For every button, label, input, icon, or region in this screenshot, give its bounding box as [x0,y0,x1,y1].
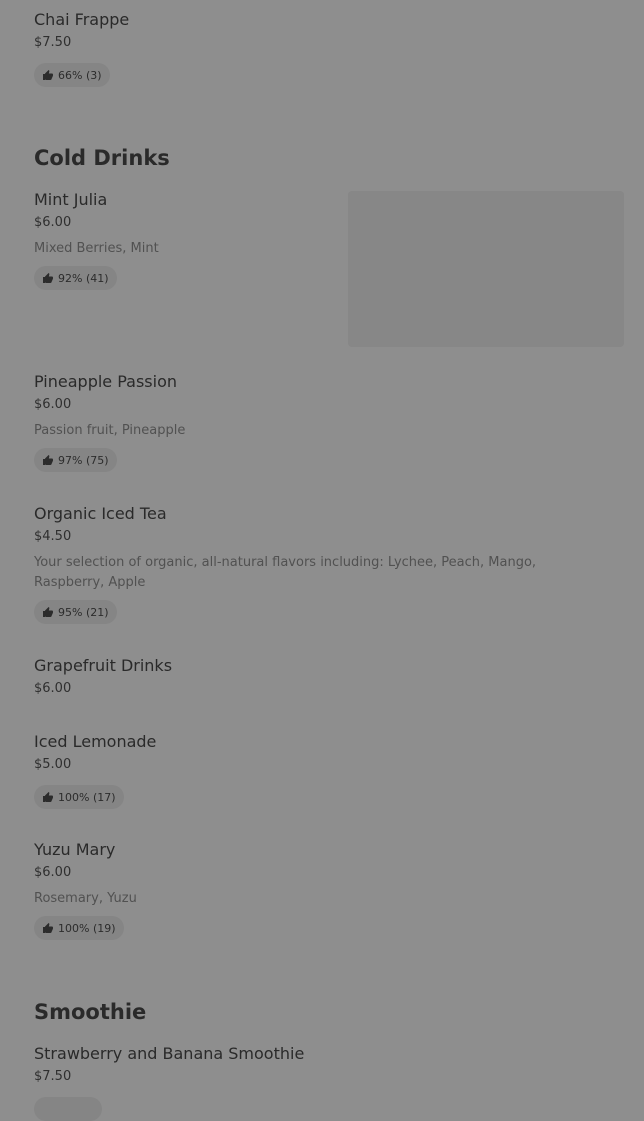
item-name: Pineapple Passion [34,372,177,391]
section-title-smoothie: Smoothie [34,1000,147,1024]
thumbs-up-icon [42,606,54,618]
menu-item-yuzu-mary[interactable]: Yuzu Mary $6.00 Rosemary, Yuzu 100% (19) [34,840,137,940]
rating-text: 100% (19) [58,921,116,935]
item-name: Iced Lemonade [34,732,157,751]
rating-text: 100% (17) [58,790,116,804]
item-price: $5.00 [34,757,72,772]
thumbs-up-icon [42,922,54,934]
item-price: $6.00 [34,681,72,696]
item-price: $6.00 [34,215,72,230]
item-description: Rosemary, Yuzu [34,891,137,906]
thumbs-up-icon [42,791,54,803]
thumbs-up-icon [42,69,54,81]
menu-item-chai-frappe[interactable]: Chai Frappe $7.50 66% (3) [34,10,130,87]
item-name: Yuzu Mary [34,840,116,859]
thumbs-up-icon [42,272,54,284]
item-name: Chai Frappe [34,10,130,29]
item-image-placeholder[interactable] [348,191,624,347]
rating-text: 97% (75) [58,453,109,467]
item-name: Grapefruit Drinks [34,656,173,675]
rating-badge-partial [34,1097,102,1121]
item-price: $6.00 [34,865,72,880]
rating-text: 92% (41) [58,271,109,285]
menu-item-iced-lemonade[interactable]: Iced Lemonade $5.00 100% (17) [34,732,157,809]
item-price: $7.50 [34,35,72,50]
item-name: Mint Julia [34,190,108,209]
menu-item-mint-julia[interactable]: Mint Julia $6.00 Mixed Berries, Mint 92%… [34,190,159,290]
rating-badge: 95% (21) [34,600,117,624]
menu-item-pineapple-passion[interactable]: Pineapple Passion $6.00 Passion fruit, P… [34,372,185,472]
item-description: Your selection of organic, all-natural f… [34,555,537,590]
thumbs-up-icon [42,454,54,466]
rating-badge: 97% (75) [34,448,117,472]
item-price: $4.50 [34,529,72,544]
menu-item-strawberry-banana-smoothie[interactable]: Strawberry and Banana Smoothie $7.50 [34,1044,305,1121]
item-description: Passion fruit, Pineapple [34,423,186,438]
item-name: Strawberry and Banana Smoothie [34,1044,305,1063]
rating-badge: 92% (41) [34,266,117,290]
rating-text: 66% (3) [58,68,102,82]
item-description: Mixed Berries, Mint [34,241,159,256]
item-name: Organic Iced Tea [34,504,167,523]
menu-item-grapefruit-drinks[interactable]: Grapefruit Drinks $6.00 [34,656,173,696]
rating-text: 95% (21) [58,605,109,619]
rating-badge: 100% (19) [34,916,124,940]
menu-page: Chai Frappe $7.50 66% (3) Cold Drinks Mi… [0,0,644,1121]
item-price: $7.50 [34,1069,72,1084]
rating-badge: 100% (17) [34,785,124,809]
item-price: $6.00 [34,397,72,412]
menu-item-organic-iced-tea[interactable]: Organic Iced Tea $4.50 Your selection of… [34,504,536,624]
rating-badge: 66% (3) [34,63,110,87]
section-title-cold-drinks: Cold Drinks [34,146,170,170]
